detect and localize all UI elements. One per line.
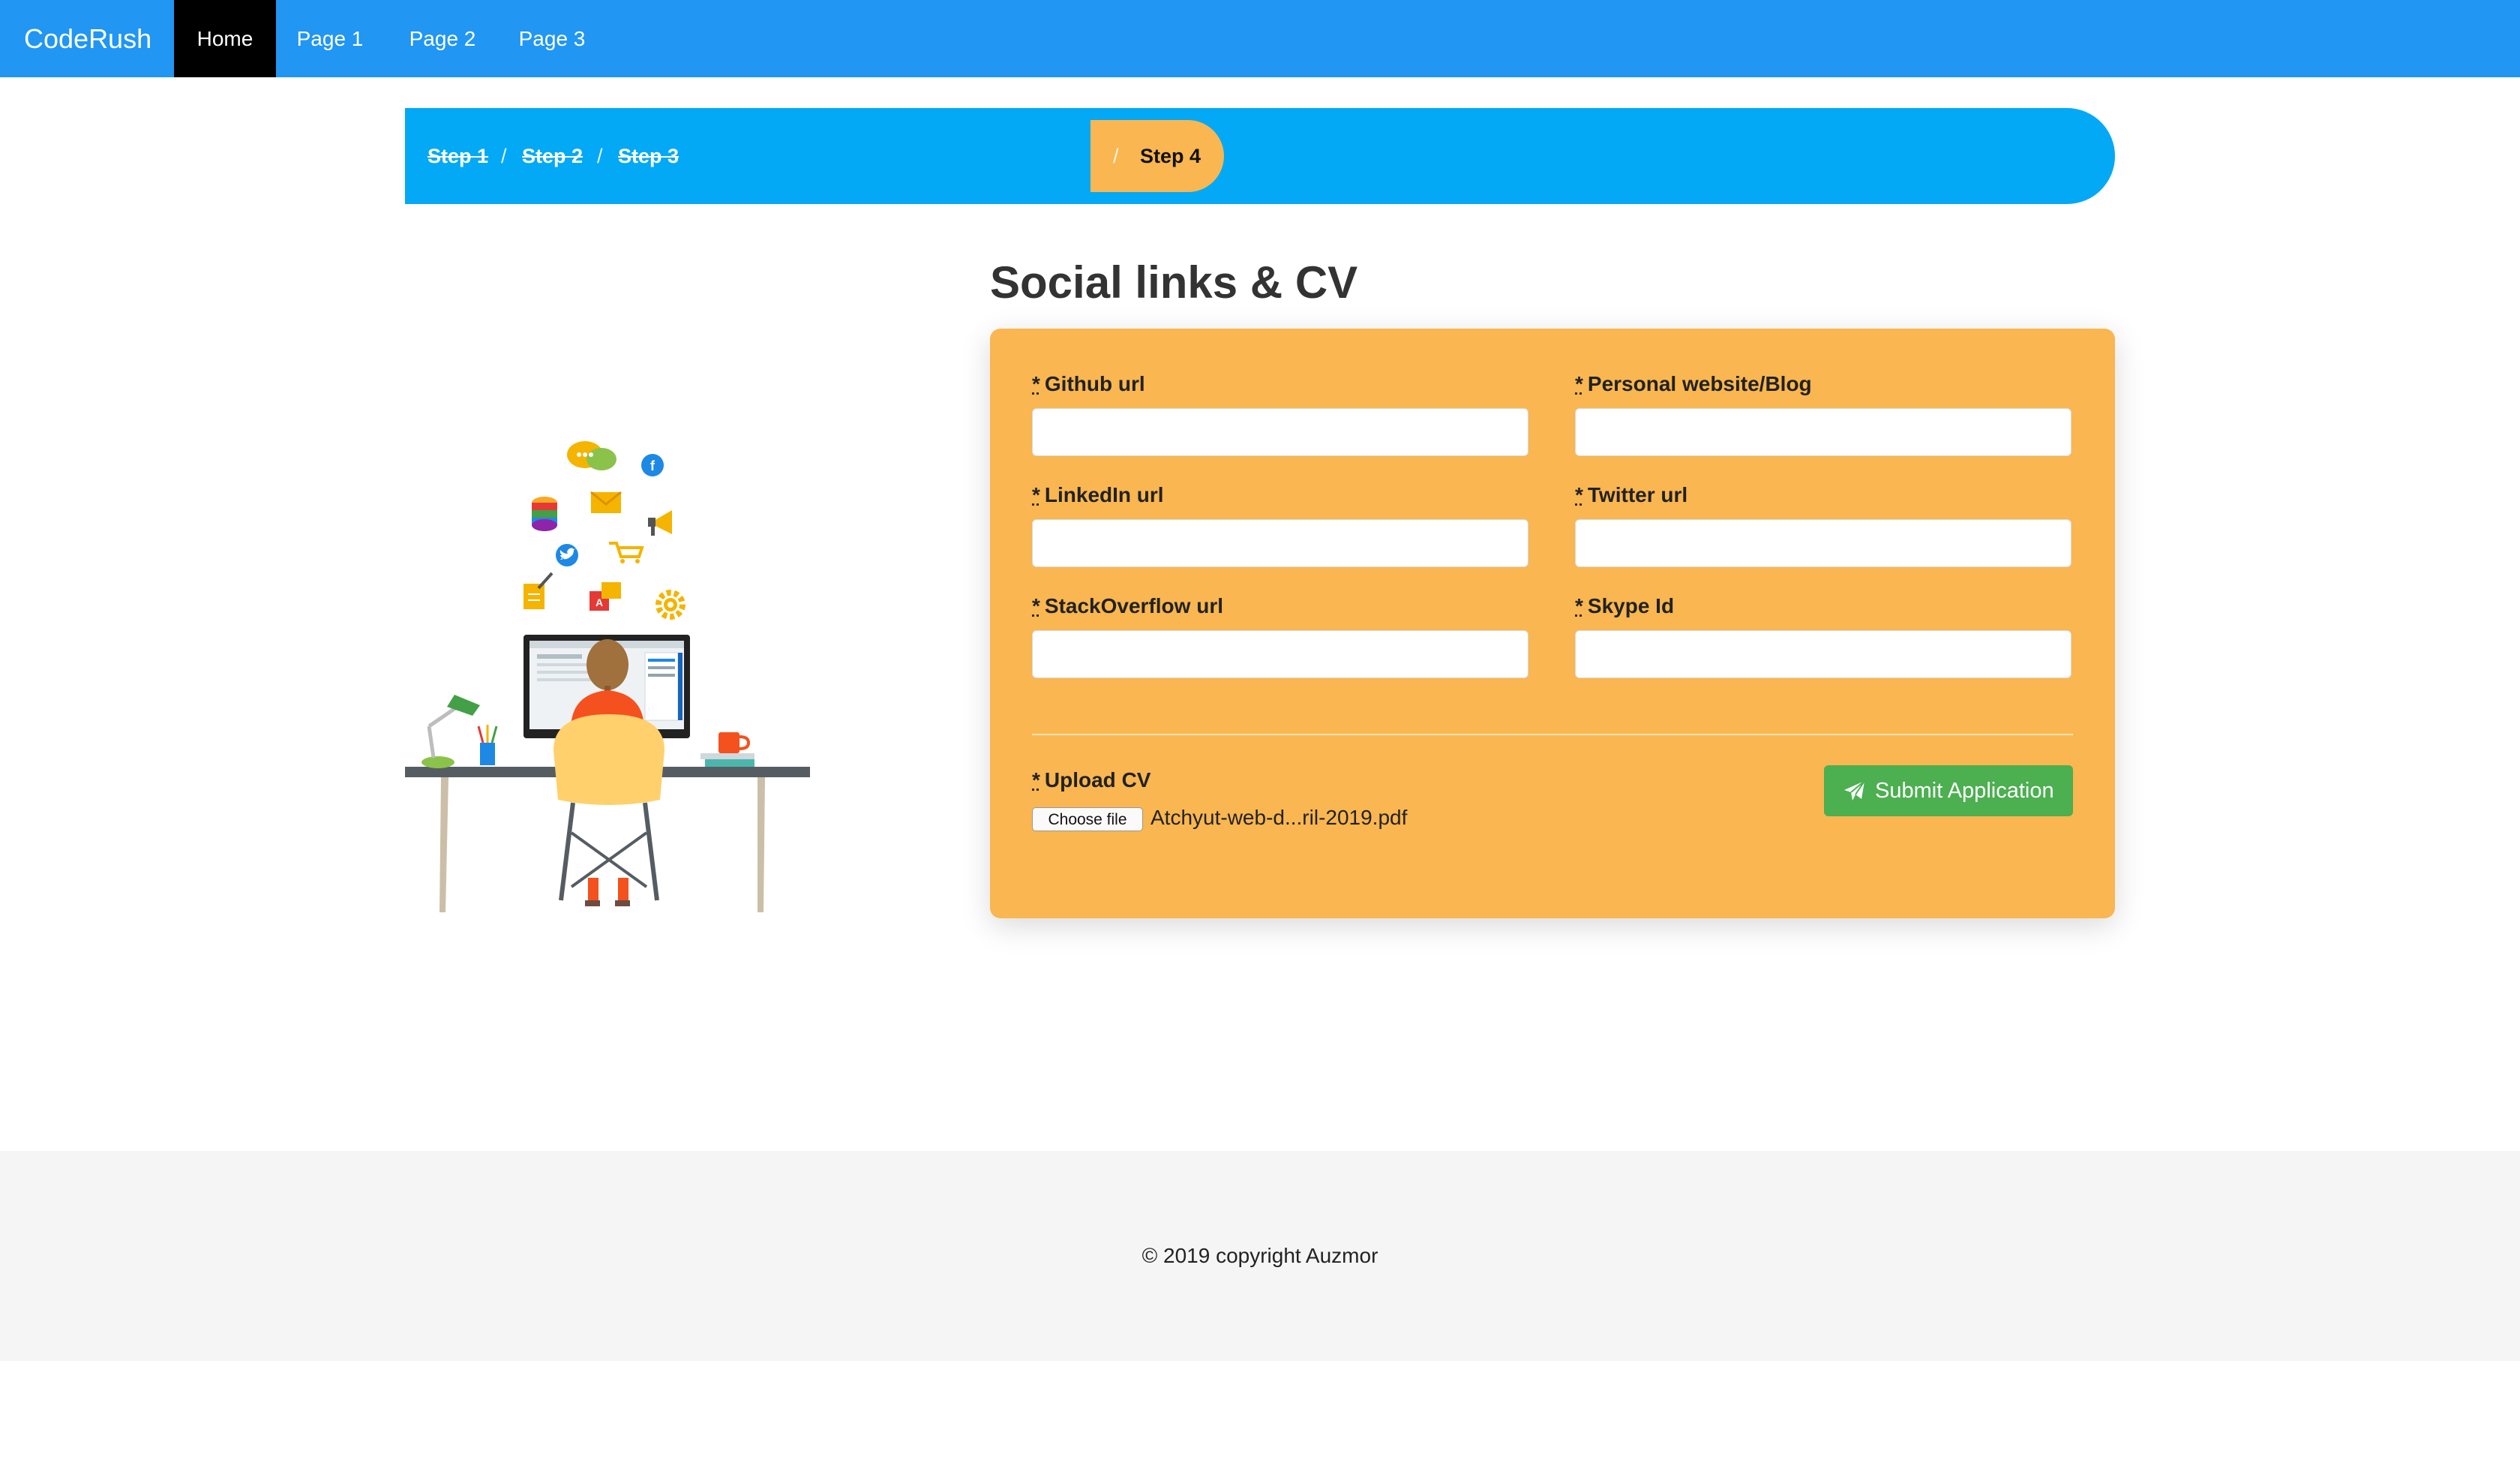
chat-bubbles-icon	[567, 441, 616, 470]
developer-desk-illustration: f A	[405, 441, 810, 912]
twitter-label: * Twitter url	[1575, 483, 1688, 507]
upload-cv-label: * Upload CV	[1032, 768, 1150, 792]
translate-icon: A	[590, 582, 621, 611]
form-divider	[1032, 734, 2073, 735]
svg-text:f: f	[650, 458, 656, 473]
linkedin-label: * LinkedIn url	[1032, 483, 1164, 507]
submit-application-button[interactable]: Submit Application	[1824, 765, 2073, 816]
upload-cv-label-text: Upload CV	[1044, 768, 1151, 792]
step-breadcrumb: Step 1 / Step 2 / Step 3 / Step 4	[405, 108, 2115, 204]
breadcrumb-separator: /	[501, 145, 507, 167]
brand-logo[interactable]: CodeRush	[24, 0, 152, 77]
facebook-icon: f	[641, 454, 664, 476]
breadcrumb-step-2[interactable]: Step 2	[522, 108, 583, 204]
nav-item-page-1[interactable]: Page 1	[282, 0, 378, 77]
required-marker: *	[1032, 372, 1040, 395]
required-marker: *	[1575, 483, 1583, 506]
breadcrumb-step-4: Step 4	[1140, 145, 1202, 167]
page-title: Social links & CV	[990, 257, 1358, 308]
twitter-url-input[interactable]	[1575, 519, 2072, 567]
breadcrumb-step-1[interactable]: Step 1	[428, 108, 488, 204]
required-marker: *	[1575, 372, 1583, 395]
choose-file-button[interactable]: Choose file	[1032, 807, 1143, 831]
github-label-text: Github url	[1044, 372, 1145, 395]
stackoverflow-url-input[interactable]	[1032, 630, 1528, 678]
breadcrumb-separator: /	[597, 145, 603, 167]
breadcrumb-current-step: / Step 4	[1090, 120, 1224, 192]
chair	[554, 714, 664, 906]
required-marker: *	[1032, 594, 1040, 617]
paper-plane-icon	[1844, 780, 1865, 801]
skype-label-text: Skype Id	[1587, 594, 1675, 617]
skype-id-input[interactable]	[1575, 630, 2072, 678]
copyright-text: © 2019 copyright Auzmor	[1142, 1244, 1378, 1267]
edit-note-icon	[524, 572, 554, 609]
page-footer: © 2019 copyright Auzmor	[0, 1151, 2520, 1361]
selected-filename: Atchyut-web-d...ril-2019.pdf	[1150, 806, 1408, 829]
nav-item-page-2[interactable]: Page 2	[394, 0, 490, 77]
github-label: * Github url	[1032, 372, 1145, 396]
website-label-text: Personal website/Blog	[1587, 372, 1812, 395]
desk-lamp-icon	[422, 695, 480, 768]
linkedin-url-input[interactable]	[1032, 519, 1528, 567]
database-stack-icon	[532, 497, 557, 531]
megaphone-icon	[648, 510, 672, 536]
stackoverflow-label: * StackOverflow url	[1032, 594, 1223, 618]
breadcrumb-step-3[interactable]: Step 3	[618, 108, 679, 204]
website-label: * Personal website/Blog	[1575, 372, 1812, 396]
books-and-mug-icon	[700, 732, 754, 767]
shopping-cart-icon	[609, 542, 644, 563]
personal-website-input[interactable]	[1575, 408, 2072, 456]
required-marker: *	[1032, 768, 1040, 792]
stackoverflow-label-text: StackOverflow url	[1044, 594, 1223, 617]
top-navbar: CodeRush Home Page 1 Page 2 Page 3	[0, 0, 2520, 77]
submit-button-label: Submit Application	[1875, 779, 2054, 803]
social-links-form: * Github url * Personal website/Blog * Link…	[990, 329, 2115, 918]
skype-label: * Skype Id	[1575, 594, 1674, 618]
gear-icon	[656, 590, 686, 620]
svg-text:A: A	[596, 596, 603, 608]
breadcrumb-separator: /	[1113, 145, 1119, 167]
required-marker: *	[1575, 594, 1583, 617]
twitter-label-text: Twitter url	[1587, 483, 1688, 506]
pencil-cup-icon	[477, 725, 498, 765]
twitter-icon	[556, 544, 578, 566]
mail-envelope-icon	[590, 491, 622, 513]
linkedin-label-text: LinkedIn url	[1044, 483, 1164, 506]
required-marker: *	[1032, 483, 1040, 506]
nav-item-page-3[interactable]: Page 3	[504, 0, 600, 77]
github-url-input[interactable]	[1032, 408, 1528, 456]
nav-item-home[interactable]: Home	[174, 0, 276, 77]
